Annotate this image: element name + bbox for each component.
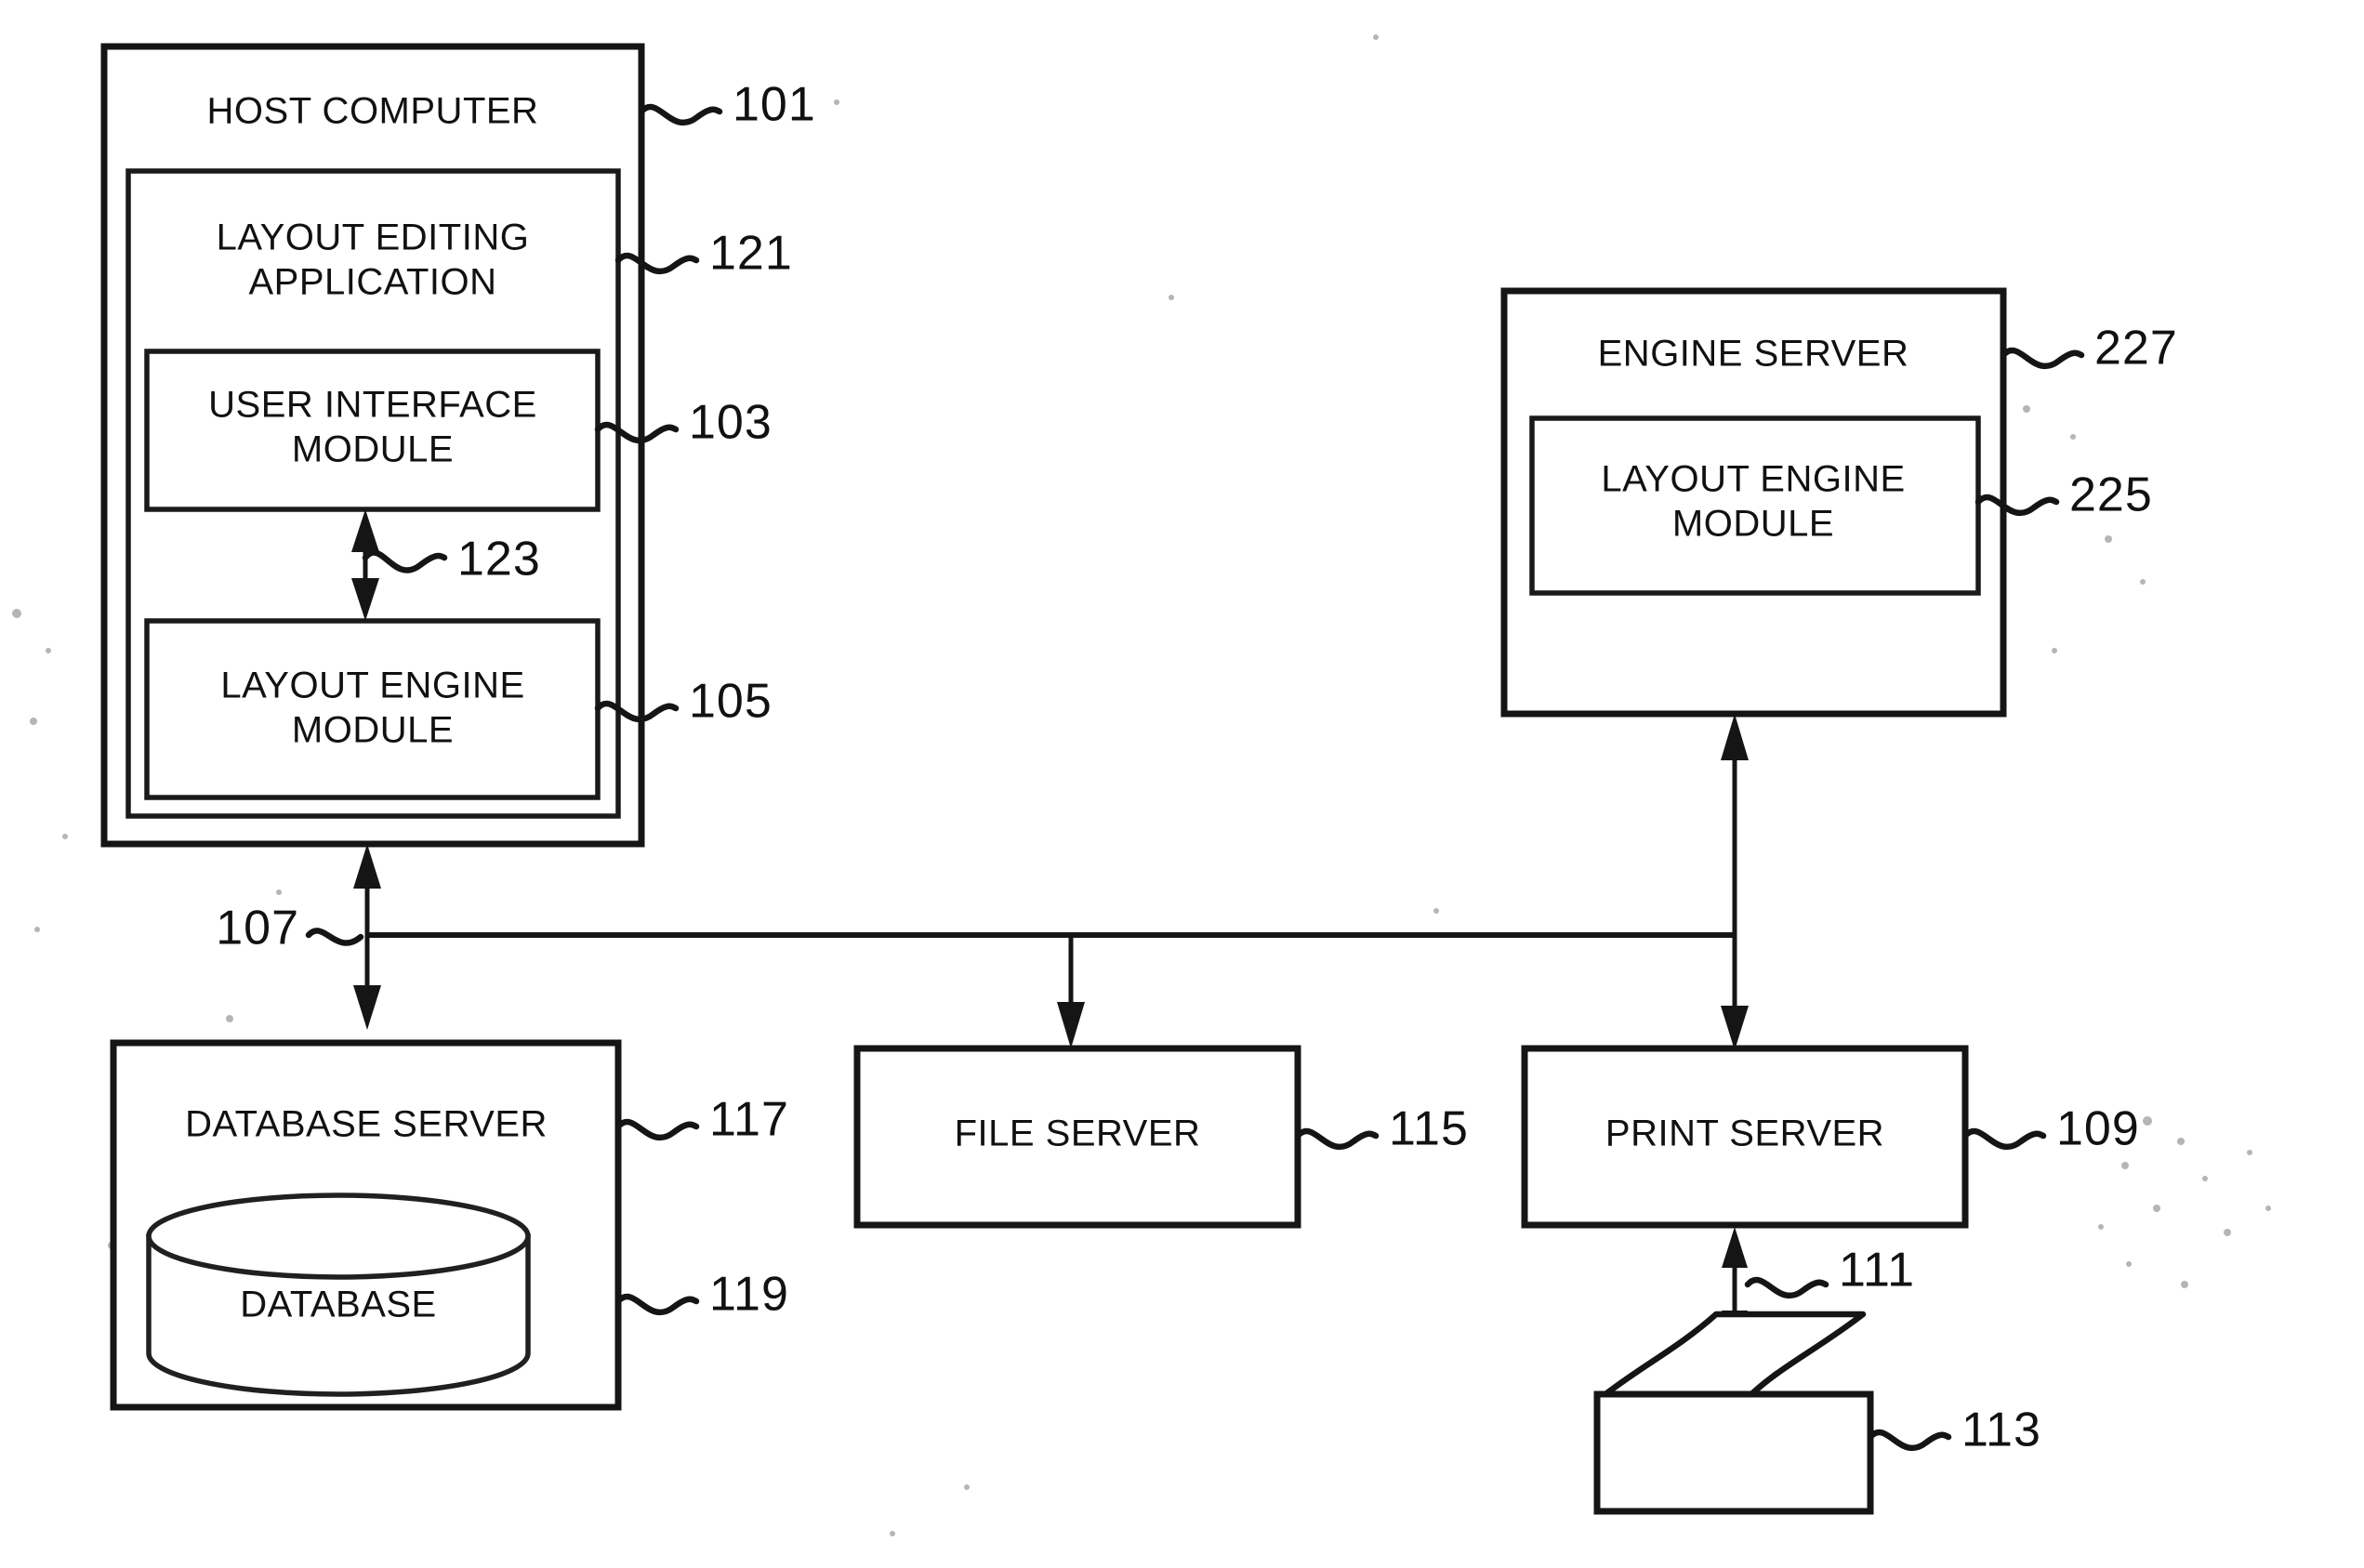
engine-server-to-print-server-connector <box>1721 714 1749 1050</box>
layout-editing-application-label-line1: LAYOUT EDITING <box>217 217 530 258</box>
ref-117-leader <box>614 1118 700 1141</box>
engine-server-label: ENGINE SERVER <box>1598 334 1909 375</box>
ref-121: 121 <box>709 227 793 281</box>
user-interface-module-label-line2: MODULE <box>292 429 454 470</box>
layout-editing-application-label-line2: APPLICATION <box>248 262 496 303</box>
ref-109: 109 <box>2056 1102 2140 1156</box>
patent-figure-page: 123 107 111 HOST COMPUTER LAYOUT EDITING… <box>0 0 2364 1568</box>
ref-115: 115 <box>1389 1102 1469 1156</box>
print-server-label: PRINT SERVER <box>1605 1113 1884 1154</box>
ref-227-leader <box>2000 347 2085 370</box>
layout-engine-module-server-label-line2: MODULE <box>1672 504 1834 545</box>
layout-engine-module-host-label-line1: LAYOUT ENGINE <box>220 665 524 706</box>
ref-101: 101 <box>733 78 816 132</box>
ref-107: 107 <box>216 902 299 955</box>
ref-111: 111 <box>1839 1244 1915 1298</box>
ref-107-leader <box>305 928 364 946</box>
ref-115-leader <box>1294 1127 1380 1151</box>
layout-engine-module-host-label-line2: MODULE <box>292 710 454 751</box>
system-block-diagram: 123 107 111 HOST COMPUTER LAYOUT EDITING… <box>12 34 2271 1536</box>
ref-117: 117 <box>709 1093 789 1147</box>
ref-101-leader <box>638 103 723 126</box>
ref-111-leader <box>1744 1276 1829 1299</box>
layout-engine-module-server-label-line1: LAYOUT ENGINE <box>1601 459 1905 500</box>
ref-225: 225 <box>2069 468 2153 522</box>
ref-113-leader <box>1867 1429 1952 1452</box>
database-label: DATABASE <box>240 1285 436 1325</box>
ref-119-leader <box>614 1293 700 1316</box>
ref-113: 113 <box>1961 1403 2041 1457</box>
ref-227: 227 <box>2094 322 2178 376</box>
ref-105: 105 <box>689 675 773 729</box>
ref-103: 103 <box>689 396 773 450</box>
ref-109-leader <box>1961 1127 2047 1151</box>
host-computer-label: HOST COMPUTER <box>207 91 539 132</box>
ref-119: 119 <box>709 1268 789 1322</box>
ref-123: 123 <box>457 533 541 586</box>
user-interface-module-label-line1: USER INTERFACE <box>208 385 537 426</box>
file-server-label: FILE SERVER <box>955 1113 1201 1154</box>
bus-to-file-server-connector <box>1057 935 1085 1048</box>
printer-icon[interactable] <box>1593 1311 1874 1515</box>
database-server-label: DATABASE SERVER <box>185 1104 548 1145</box>
